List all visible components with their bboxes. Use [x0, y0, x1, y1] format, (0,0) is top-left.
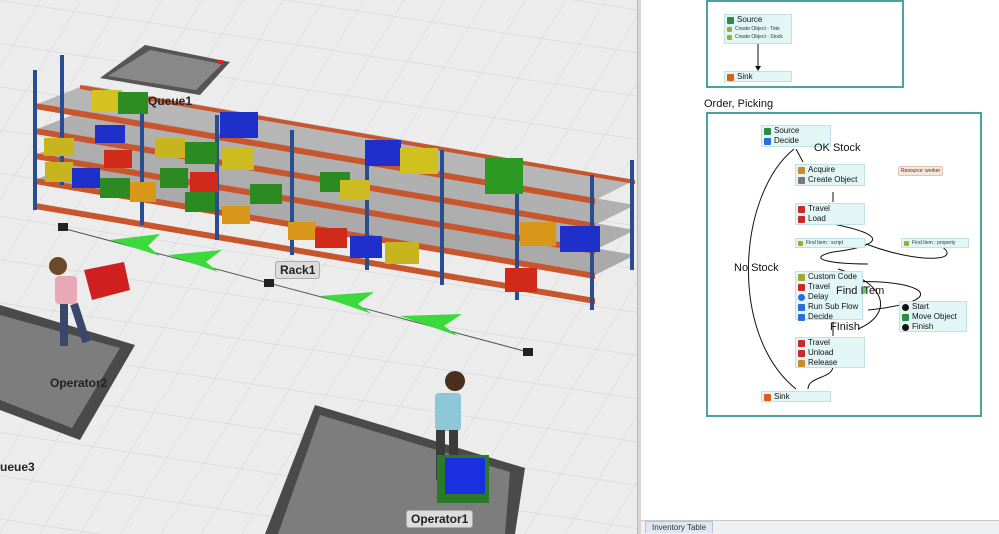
bottom-tab-bar: Inventory Table: [641, 520, 999, 534]
decide-icon: [798, 313, 805, 321]
create-object-icon: [798, 176, 805, 184]
delay-icon: [798, 293, 805, 301]
property-icon: [904, 240, 909, 246]
acquire-icon: [798, 166, 805, 174]
load-icon: [798, 215, 805, 223]
move-object-icon: [902, 313, 909, 321]
connector-label-find-item: Find ITem: [836, 285, 885, 297]
sink-label: Sink: [774, 392, 790, 401]
flow-group-top[interactable]: Source Create Object - Tote Create Objec…: [706, 0, 904, 88]
delay-label: Delay: [808, 292, 829, 301]
activity-block-travel-load[interactable]: Travel Load: [795, 203, 865, 225]
sink-icon: [727, 73, 734, 81]
move-object-label: Move Object: [912, 312, 957, 321]
activity-sink-top[interactable]: Sink: [724, 71, 792, 82]
find-item-script-label: Find Item : script: [806, 240, 843, 246]
acquire-label: Acquire: [808, 165, 836, 174]
start-icon: [902, 303, 909, 311]
travel-label: Travel: [808, 204, 830, 213]
find-item-property-label: Find Item : property: [912, 240, 956, 246]
process-flow-panel[interactable]: Source Create Object - Tote Create Objec…: [641, 0, 999, 534]
activity-find-item-property[interactable]: Find Item : property: [901, 238, 969, 248]
queue1-label: Queue1: [148, 94, 193, 108]
queue3-label: ueue3: [0, 460, 35, 474]
rack1-label: Rack1: [275, 261, 321, 279]
source-icon: [764, 127, 771, 135]
network-node[interactable]: [523, 348, 533, 356]
release-label: Release: [808, 358, 838, 367]
network-node[interactable]: [58, 223, 68, 231]
start-label: Start: [912, 302, 929, 311]
connector-label-no-stock: No Stock: [734, 262, 779, 274]
release-icon: [798, 359, 805, 367]
shared-resource-worker[interactable]: Resource: worker: [898, 166, 944, 176]
flow-group-title: Order, Picking: [704, 98, 774, 110]
travel-icon: [798, 205, 805, 213]
decide-icon: [764, 137, 771, 145]
resource-label: Resource: worker: [901, 168, 941, 174]
tab-inventory-table[interactable]: Inventory Table: [645, 521, 714, 533]
decide-label: Decide: [774, 136, 799, 145]
activity-sink[interactable]: Sink: [761, 391, 831, 402]
script-icon: [798, 240, 803, 246]
run-sub-flow-icon: [798, 303, 805, 311]
sink-icon: [764, 393, 771, 401]
unload-icon: [798, 349, 805, 357]
travel-label: Travel: [808, 282, 830, 291]
finish-icon: [902, 323, 909, 331]
travel-icon: [798, 339, 805, 347]
travel-icon: [798, 283, 805, 291]
unload-label: Unload: [808, 348, 834, 357]
load-label: Load: [808, 214, 826, 223]
finish-label: Finish: [912, 322, 934, 331]
operator2-label: Operator2: [50, 376, 108, 390]
operator1-label: Operator1: [406, 510, 474, 528]
activity-block-acquire[interactable]: Acquire Create Object: [795, 164, 865, 186]
flow-group-order-picking[interactable]: Source Decide OK Stock Acquire Create Ob…: [706, 112, 982, 417]
run-sub-flow-label: Run Sub Flow: [808, 302, 859, 311]
custom-code-label: Custom Code: [808, 272, 857, 281]
connector-label-finish: FInish: [830, 321, 860, 333]
3d-viewport[interactable]: Queue1 Rack1 Operator2 ueue3 Operator1: [0, 0, 637, 534]
source-label: Source: [774, 126, 800, 135]
tab-label: Inventory Table: [652, 523, 707, 532]
connector-label-ok-stock: OK Stock: [814, 142, 861, 154]
sink-label: Sink: [737, 72, 753, 81]
activity-find-item-script[interactable]: Find Item : script: [795, 238, 865, 248]
activity-block-subflow[interactable]: Start Move Object Finish: [899, 301, 967, 332]
custom-code-icon: [798, 273, 805, 281]
network-node[interactable]: [264, 279, 274, 287]
create-object-label: Create Object: [808, 175, 858, 184]
travel-label: Travel: [808, 338, 830, 347]
activity-block-travel-unload-release[interactable]: Travel Unload Release: [795, 337, 865, 368]
